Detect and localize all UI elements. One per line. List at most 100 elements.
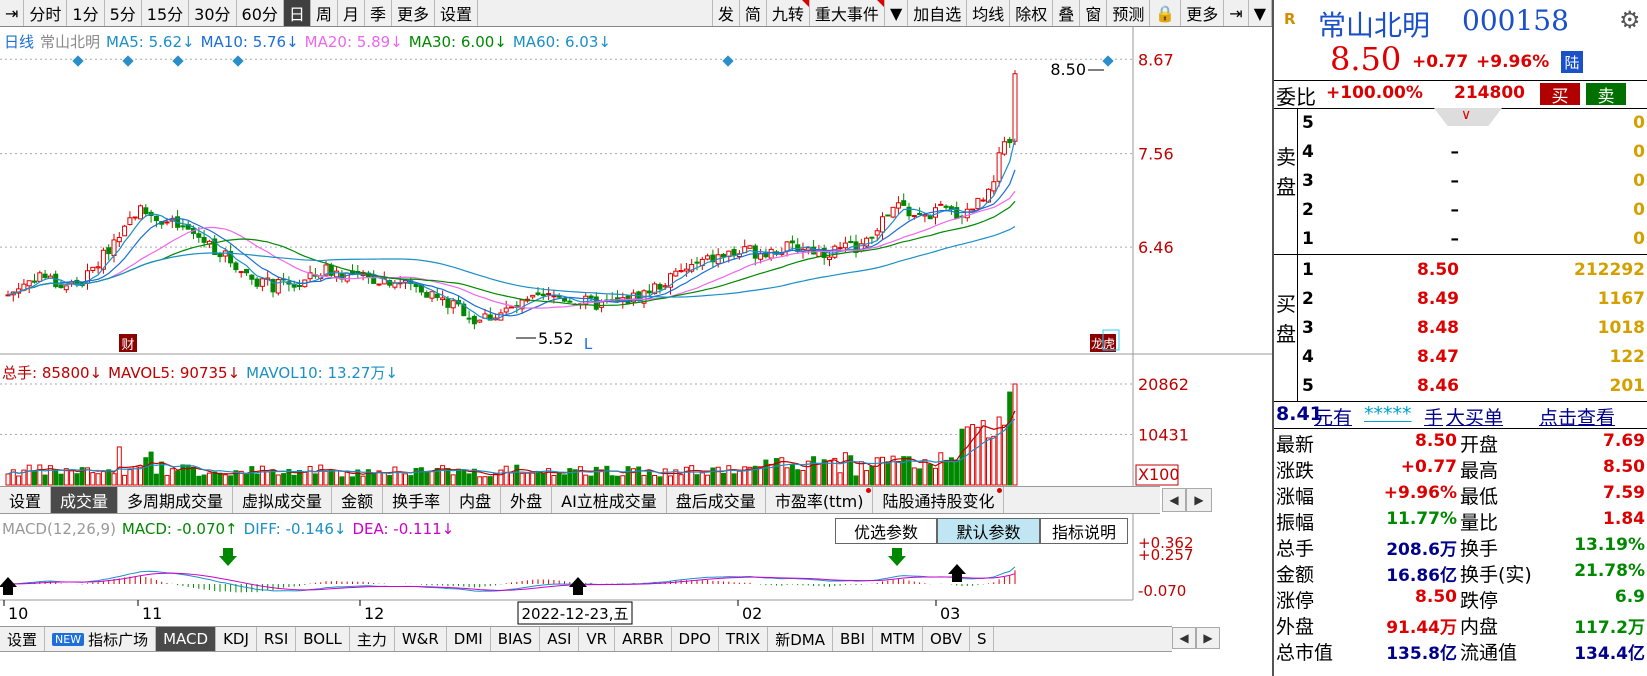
indicator-tab[interactable]: DPO (672, 627, 719, 651)
candle-body (201, 237, 207, 243)
indicator-tab[interactable]: TRIX (719, 627, 769, 651)
volume-indicator-tabs: 设置 成交量 多周期成交量 虚拟成交量 金额 换手率 内盘 外盘 AI立桩成交量 盘后成交量 市盈率… (0, 486, 1160, 514)
indicator-tab[interactable]: 主力 (350, 627, 395, 651)
indicator-tab[interactable]: KDJ (216, 627, 257, 651)
volume-bar (911, 467, 917, 486)
volume-bar (418, 467, 424, 486)
stock-code: 000158 (1462, 4, 1569, 37)
candle-body (895, 202, 901, 209)
indicator-tab[interactable]: MACD (156, 627, 217, 651)
indicator-tab[interactable]: BIAS (491, 627, 541, 651)
volume-tab[interactable]: 虚拟成交量 (233, 487, 333, 513)
macd-param-button[interactable]: 指标说明 (1040, 518, 1128, 544)
volume-bar (153, 473, 159, 486)
volume-bar (106, 469, 112, 486)
bid-side-label: 买盘 (1276, 292, 1296, 346)
indicator-tab[interactable]: W&R (395, 627, 447, 651)
candle-body (42, 273, 48, 278)
volume-tab[interactable]: 成交量 (51, 487, 119, 513)
indicator-tab[interactable]: NEW 指标广场 (45, 627, 157, 651)
indicator-tab[interactable]: OBV (923, 627, 970, 651)
scroll-right-button[interactable]: ▶ (1186, 488, 1212, 512)
volume-bar (853, 475, 859, 486)
candle-body (705, 255, 711, 260)
volume-tab[interactable]: 多周期成交量 (118, 487, 234, 513)
volume-tab[interactable]: 内盘 (450, 487, 502, 513)
volume-tab[interactable]: 外盘 (501, 487, 553, 513)
volume-legend: 总手: 85800↓ MAVOL5: 90735↓ MAVOL10: 13.27万↓ (2, 362, 404, 383)
indicator-tab[interactable]: ASI (540, 627, 580, 651)
indicator-tab[interactable]: MTM (873, 627, 924, 651)
volume-tab[interactable]: AI立桩成交量 (552, 487, 667, 513)
stat-value: 7.69 (1603, 431, 1645, 451)
volume-bar (710, 467, 716, 486)
gear-icon[interactable]: ⚙ (1619, 6, 1641, 34)
volume-bar (959, 428, 965, 486)
big-order-promo[interactable]: 8.41 元有 ***** 手 大买单 点击查看 (1274, 403, 1647, 430)
volume-bar (514, 464, 520, 486)
indicator-tab-label: OBV (930, 630, 962, 648)
volume-bar (954, 459, 960, 486)
candle-body (827, 256, 832, 260)
indicator-tab-label: KDJ (223, 630, 249, 648)
volume-tab[interactable]: 盘后成交量 (667, 487, 766, 513)
buy-button[interactable]: 买 (1540, 83, 1580, 107)
promo-big-order: 大买单 (1446, 407, 1504, 429)
indicator-tab[interactable]: 新DMA (768, 627, 833, 651)
level-volume: 0 (1633, 229, 1645, 249)
volume-bar (970, 424, 976, 486)
candle-body (26, 280, 32, 287)
volume-bar (498, 469, 504, 486)
stat-label: 量比 (1460, 512, 1499, 534)
indicator-tab[interactable]: S (970, 627, 995, 651)
volume-bar (249, 466, 255, 486)
candle-body (694, 261, 700, 264)
promo-click-view[interactable]: 点击查看 (1539, 403, 1615, 430)
indicator-tab[interactable]: BOLL (296, 627, 350, 651)
indicator-scroll-right[interactable]: ▶ (1196, 627, 1220, 649)
stat-label: 跌停 (1460, 590, 1499, 612)
volume-bar (519, 472, 525, 486)
stat-row: 总手 208.6万 换手 13.19% (1274, 533, 1647, 560)
volume-bar (275, 474, 281, 486)
indicator-scroll-left[interactable]: ◀ (1172, 627, 1196, 649)
indicator-tab[interactable]: ARBR (615, 627, 672, 651)
candle-body (789, 240, 795, 244)
stat-label: 内盘 (1460, 616, 1499, 638)
macd-param-button[interactable]: 优选参数 (835, 518, 937, 544)
volume-bar (588, 475, 594, 486)
indicator-tab[interactable]: VR (579, 627, 616, 651)
macd-legend-item: DEA: -0.111↓ (352, 520, 455, 538)
signal-arrow-icon (569, 577, 587, 595)
volume-tab[interactable]: 陆股通持股变化 (873, 487, 1005, 513)
volume-tab[interactable]: 市盈率(ttm) (766, 487, 874, 513)
candle-body (890, 206, 896, 218)
candle-body (906, 206, 912, 217)
volume-tab[interactable]: 设置 (0, 487, 52, 513)
volume-tab[interactable]: 换手率 (383, 487, 451, 513)
volume-bar (424, 470, 430, 486)
volume-bar (641, 474, 647, 486)
candle-body (721, 253, 726, 258)
stat-label: 涨停 (1276, 590, 1315, 612)
vol-legend-item: MAVOL5: 90735↓ (108, 364, 241, 382)
mavol10-line (7, 418, 1016, 475)
volume-bar (381, 472, 387, 486)
volume-bar (885, 461, 891, 486)
indicator-tab[interactable]: 设置 (0, 627, 46, 651)
volume-tab[interactable]: 金额 (332, 487, 384, 513)
sell-button[interactable]: 卖 (1586, 83, 1626, 107)
volume-bar (403, 473, 408, 486)
indicator-tab-label: MACD (163, 630, 209, 648)
macd-param-button[interactable]: 默认参数 (937, 518, 1040, 544)
candle-body (217, 253, 223, 258)
indicator-tab[interactable]: DMI (447, 627, 491, 651)
indicator-tab[interactable]: BBI (833, 627, 873, 651)
vol-legend-item: 总手: 85800↓ (2, 364, 103, 382)
kline-chart[interactable]: 8.677.566.468.505.52财 L 龙虎2086210431X100+0… (0, 0, 1272, 676)
volume-bar (312, 473, 318, 486)
scroll-left-button[interactable]: ◀ (1162, 488, 1186, 512)
indicator-tab[interactable]: RSI (257, 627, 297, 651)
volume-bar (927, 464, 933, 486)
volume-bar (832, 457, 838, 486)
